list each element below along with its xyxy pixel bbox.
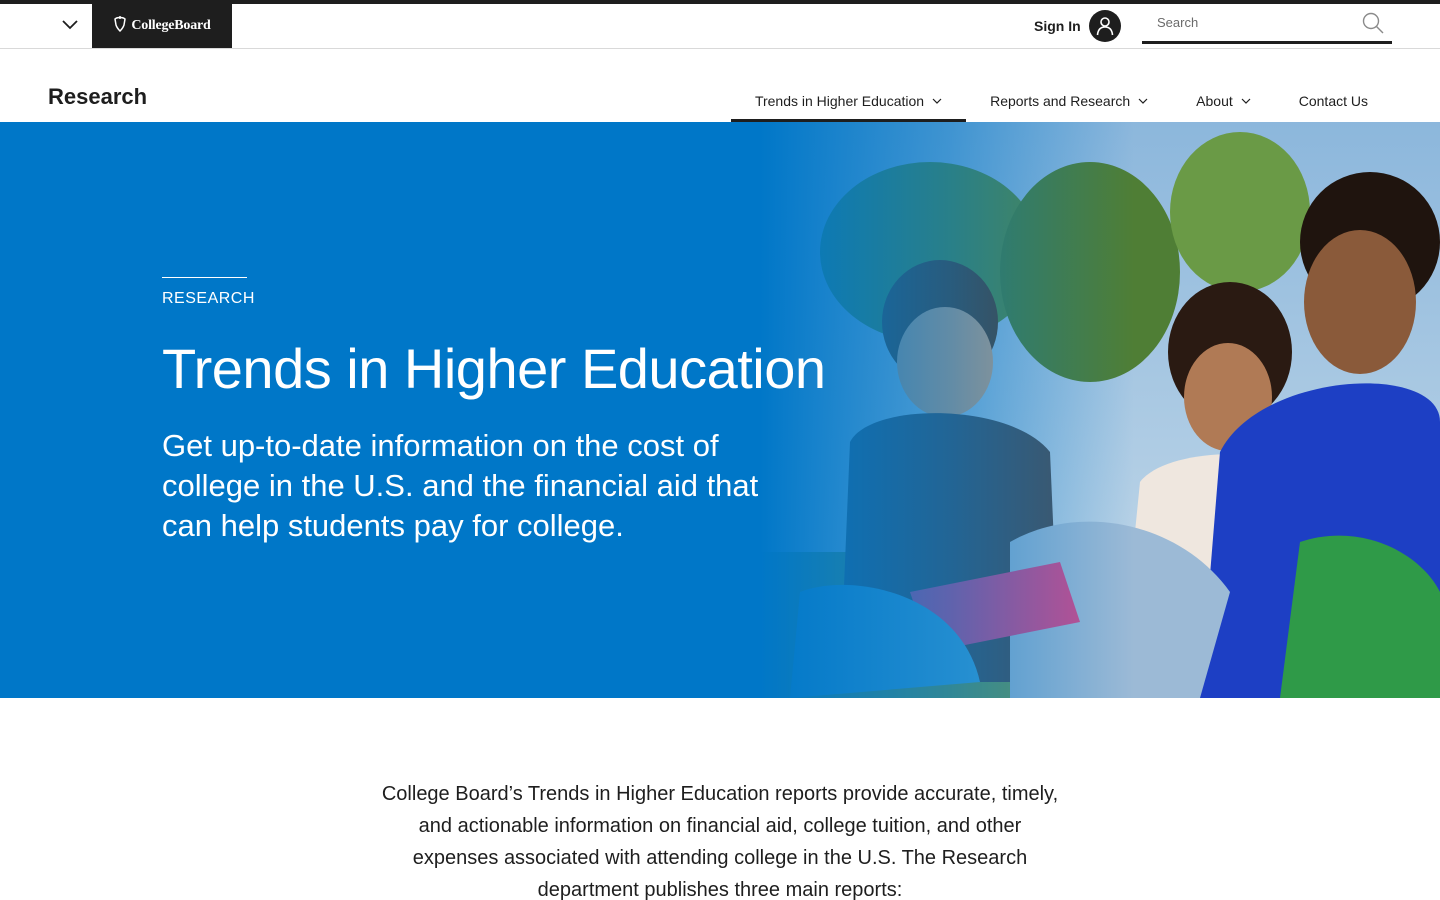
- nav-item-about[interactable]: About: [1172, 50, 1275, 122]
- local-navigation: Research Trends in Higher Education Repo…: [0, 50, 1440, 122]
- nav-item-label: About: [1196, 93, 1233, 109]
- chevron-down-icon: [1138, 98, 1148, 104]
- sign-in-label: Sign In: [1034, 18, 1081, 34]
- nav-item-contact[interactable]: Contact Us: [1275, 50, 1392, 122]
- nav-item-reports[interactable]: Reports and Research: [966, 50, 1172, 122]
- hero-title: Trends in Higher Education: [162, 337, 826, 400]
- search-input[interactable]: [1142, 4, 1352, 41]
- chevron-down-icon: [932, 98, 942, 104]
- sign-in-button[interactable]: Sign In: [1034, 10, 1121, 42]
- logo-text: CollegeBoard: [131, 18, 211, 33]
- hero-content: RESEARCH Trends in Higher Education Get …: [162, 277, 826, 546]
- menu-toggle-button[interactable]: [48, 4, 92, 48]
- collegeboard-logo[interactable]: CollegeBoard: [92, 4, 232, 48]
- intro-paragraph: College Board’s Trends in Higher Educati…: [381, 783, 1059, 900]
- nav-item-label: Trends in Higher Education: [754, 93, 925, 109]
- hero-description: Get up-to-date information on the cost o…: [162, 427, 759, 543]
- hero-photo-students: [760, 122, 1440, 698]
- nav-item-label: Reports and Research: [990, 93, 1131, 109]
- eyebrow-rule: [162, 277, 247, 278]
- hero-banner: RESEARCH Trends in Higher Education Get …: [0, 122, 1440, 698]
- hero-eyebrow: RESEARCH: [162, 290, 255, 307]
- search-icon[interactable]: [1360, 10, 1386, 36]
- chevron-down-icon: [62, 17, 78, 35]
- nav-item-trends[interactable]: Trends in Higher Education: [730, 50, 967, 122]
- user-icon: [1088, 10, 1121, 42]
- global-header: CollegeBoard Sign In: [0, 4, 1440, 49]
- acorn-logo-icon: [113, 15, 127, 37]
- search-box: [1142, 4, 1392, 44]
- nav-item-label: Contact Us: [1298, 93, 1368, 109]
- chevron-down-icon: [1241, 98, 1251, 104]
- nav-items: Trends in Higher Education Reports and R…: [730, 50, 1392, 122]
- site-title[interactable]: Research: [48, 84, 147, 110]
